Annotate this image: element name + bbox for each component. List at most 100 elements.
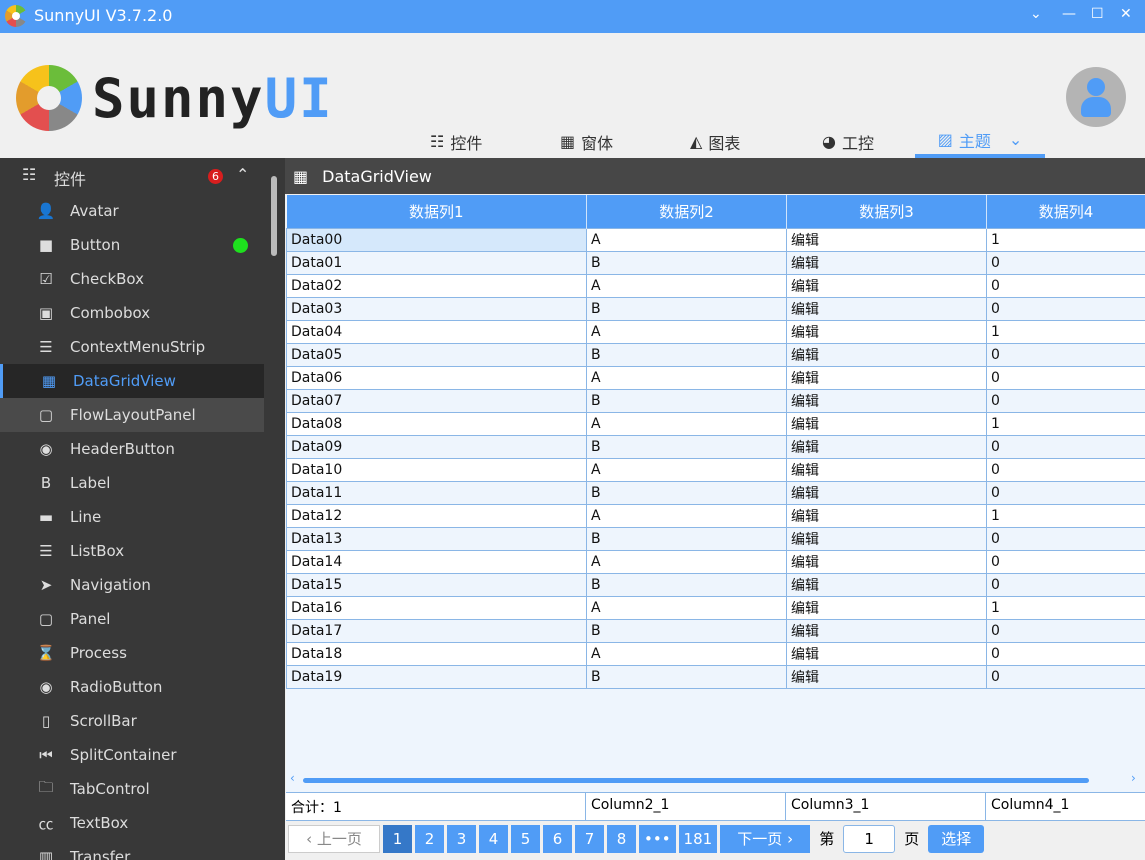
table-cell[interactable]: 0 bbox=[986, 388, 1145, 413]
table-cell[interactable]: 编辑 bbox=[786, 480, 987, 505]
table-cell[interactable]: B bbox=[586, 480, 787, 505]
table-cell[interactable]: A bbox=[586, 457, 787, 482]
table-cell[interactable]: A bbox=[586, 365, 787, 390]
sidebar-item-transfer[interactable]: ▥ Transfer bbox=[0, 840, 264, 860]
sidebar-item-listbox[interactable]: ☰ ListBox bbox=[0, 534, 264, 568]
table-cell[interactable]: 编辑 bbox=[786, 503, 987, 528]
table-cell[interactable]: 0 bbox=[986, 641, 1145, 666]
sidebar-item-line[interactable]: ▬ Line bbox=[0, 500, 264, 534]
table-row[interactable]: Data06 A 编辑 0 bbox=[286, 365, 1145, 390]
table-cell[interactable]: 0 bbox=[986, 618, 1145, 643]
page-button[interactable]: 8 bbox=[607, 824, 636, 853]
table-cell[interactable]: 1 bbox=[986, 503, 1145, 528]
table-cell[interactable]: A bbox=[586, 641, 787, 666]
table-cell[interactable]: 1 bbox=[986, 595, 1145, 620]
sidebar-scrollbar[interactable] bbox=[271, 176, 277, 256]
sidebar-item-checkbox[interactable]: ☑ CheckBox bbox=[0, 262, 264, 296]
sidebar-item-contextmenustrip[interactable]: ☰ ContextMenuStrip bbox=[0, 330, 264, 364]
table-cell[interactable]: Data04 bbox=[286, 319, 587, 344]
dropdown-icon[interactable]: ⌄ bbox=[1030, 6, 1042, 22]
sidebar-item-avatar[interactable]: 👤 Avatar bbox=[0, 194, 264, 228]
sidebar-item-radiobutton[interactable]: ◉ RadioButton bbox=[0, 670, 264, 704]
prev-page-button[interactable]: ‹ 上一页 bbox=[288, 824, 380, 853]
table-row[interactable]: Data05 B 编辑 0 bbox=[286, 342, 1145, 367]
table-cell[interactable]: 0 bbox=[986, 434, 1145, 459]
table-cell[interactable]: 0 bbox=[986, 526, 1145, 551]
table-cell[interactable]: 编辑 bbox=[786, 595, 987, 620]
column-header[interactable]: 数据列4 bbox=[986, 195, 1145, 228]
sidebar-item-scrollbar[interactable]: ▯ ScrollBar bbox=[0, 704, 264, 738]
table-cell[interactable]: A bbox=[586, 503, 787, 528]
page-button[interactable]: 4 bbox=[479, 824, 508, 853]
table-cell[interactable]: 编辑 bbox=[786, 296, 987, 321]
table-cell[interactable]: Data19 bbox=[286, 664, 587, 689]
table-cell[interactable]: B bbox=[586, 388, 787, 413]
sidebar-item-tabcontrol[interactable]: 🗀 TabControl bbox=[0, 772, 264, 806]
page-button[interactable]: 181 bbox=[678, 824, 718, 853]
column-header[interactable]: 数据列3 bbox=[786, 195, 987, 228]
table-cell[interactable]: 0 bbox=[986, 296, 1145, 321]
table-row[interactable]: Data13 B 编辑 0 bbox=[286, 526, 1145, 551]
table-row[interactable]: Data00 A 编辑 1 bbox=[286, 227, 1145, 252]
table-cell[interactable]: 编辑 bbox=[786, 342, 987, 367]
avatar[interactable] bbox=[1066, 67, 1126, 127]
table-cell[interactable]: A bbox=[586, 273, 787, 298]
table-cell[interactable]: 编辑 bbox=[786, 411, 987, 436]
table-cell[interactable]: 0 bbox=[986, 549, 1145, 574]
page-button[interactable]: 2 bbox=[415, 824, 444, 853]
close-button[interactable]: ✕ bbox=[1120, 6, 1132, 22]
sidebar-item-textbox[interactable]: ㏄ TextBox bbox=[0, 806, 264, 840]
table-cell[interactable]: 编辑 bbox=[786, 365, 987, 390]
table-cell[interactable]: Data14 bbox=[286, 549, 587, 574]
table-cell[interactable]: 编辑 bbox=[786, 549, 987, 574]
page-button[interactable]: 3 bbox=[447, 824, 476, 853]
table-cell[interactable]: 1 bbox=[986, 411, 1145, 436]
tab-charts[interactable]: ◭ 图表 bbox=[690, 125, 740, 158]
table-cell[interactable]: B bbox=[586, 664, 787, 689]
table-cell[interactable]: Data06 bbox=[286, 365, 587, 390]
tab-industrial[interactable]: ◕ 工控 bbox=[822, 125, 874, 158]
sidebar-item-headerbutton[interactable]: ◉ HeaderButton bbox=[0, 432, 264, 466]
table-cell[interactable]: B bbox=[586, 296, 787, 321]
page-button[interactable]: 5 bbox=[511, 824, 540, 853]
page-button[interactable]: ••• bbox=[639, 824, 676, 853]
table-row[interactable]: Data19 B 编辑 0 bbox=[286, 664, 1145, 689]
table-row[interactable]: Data10 A 编辑 0 bbox=[286, 457, 1145, 482]
table-cell[interactable]: A bbox=[586, 227, 787, 252]
sidebar-item-process[interactable]: ⌛ Process bbox=[0, 636, 264, 670]
table-cell[interactable]: Data01 bbox=[286, 250, 587, 275]
table-cell[interactable]: 0 bbox=[986, 365, 1145, 390]
page-button[interactable]: 1 bbox=[383, 824, 412, 853]
page-input[interactable]: 1 bbox=[843, 824, 896, 853]
sidebar-item-splitcontainer[interactable]: ⏮ SplitContainer bbox=[0, 738, 264, 772]
scroll-thumb[interactable] bbox=[303, 778, 1089, 783]
table-cell[interactable]: Data17 bbox=[286, 618, 587, 643]
column-header[interactable]: 数据列2 bbox=[586, 195, 787, 228]
horizontal-scrollbar[interactable]: ‹ › bbox=[286, 771, 1145, 791]
table-row[interactable]: Data11 B 编辑 0 bbox=[286, 480, 1145, 505]
table-cell[interactable]: B bbox=[586, 572, 787, 597]
table-cell[interactable]: 编辑 bbox=[786, 227, 987, 252]
table-row[interactable]: Data18 A 编辑 0 bbox=[286, 641, 1145, 666]
table-cell[interactable]: Data05 bbox=[286, 342, 587, 367]
table-cell[interactable]: 0 bbox=[986, 664, 1145, 689]
table-row[interactable]: Data08 A 编辑 1 bbox=[286, 411, 1145, 436]
table-cell[interactable]: Data02 bbox=[286, 273, 587, 298]
table-cell[interactable]: Data09 bbox=[286, 434, 587, 459]
table-cell[interactable]: 0 bbox=[986, 342, 1145, 367]
table-cell[interactable]: B bbox=[586, 434, 787, 459]
page-button[interactable]: 6 bbox=[543, 824, 572, 853]
table-cell[interactable]: B bbox=[586, 342, 787, 367]
table-cell[interactable]: 1 bbox=[986, 227, 1145, 252]
table-cell[interactable]: A bbox=[586, 319, 787, 344]
table-cell[interactable]: 编辑 bbox=[786, 457, 987, 482]
table-cell[interactable]: Data10 bbox=[286, 457, 587, 482]
table-row[interactable]: Data17 B 编辑 0 bbox=[286, 618, 1145, 643]
table-cell[interactable]: 0 bbox=[986, 480, 1145, 505]
select-page-button[interactable]: 选择 bbox=[928, 824, 985, 853]
column-header[interactable]: 数据列1 bbox=[286, 195, 587, 228]
table-row[interactable]: Data04 A 编辑 1 bbox=[286, 319, 1145, 344]
table-cell[interactable]: B bbox=[586, 250, 787, 275]
table-cell[interactable]: Data15 bbox=[286, 572, 587, 597]
next-page-button[interactable]: 下一页 › bbox=[720, 824, 811, 853]
